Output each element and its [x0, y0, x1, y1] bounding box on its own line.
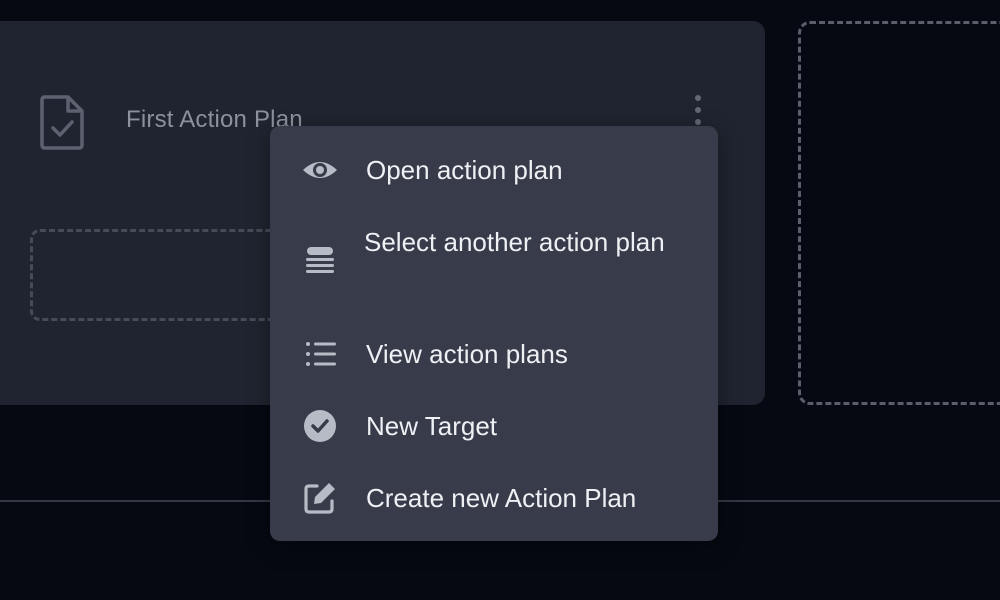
menu-item-create-new-action-plan[interactable]: Create new Action Plan — [270, 478, 718, 518]
eye-icon — [303, 162, 337, 178]
menu-item-new-target[interactable]: New Target — [270, 406, 718, 446]
kebab-vertical-icon[interactable] — [686, 93, 710, 127]
list-icon — [306, 342, 336, 366]
edit-icon — [304, 483, 335, 514]
check-circle-icon — [304, 410, 336, 442]
menu-item-label: New Target — [366, 411, 498, 441]
menu-item-label: Create new Action Plan — [366, 483, 637, 513]
menu-item-select-another-action-plan[interactable]: Select another action plan — [270, 222, 718, 302]
menu-item-label: Select another action plan — [364, 227, 665, 257]
menu-item-view-action-plans[interactable]: View action plans — [270, 334, 718, 374]
document-check-icon — [40, 95, 84, 150]
menu-item-label: View action plans — [366, 339, 568, 369]
stack-icon — [306, 247, 334, 273]
add-plan-dropzone[interactable] — [798, 21, 1000, 405]
menu-item-open-action-plan[interactable]: Open action plan — [270, 150, 718, 190]
context-menu: Open action plan Select another action p… — [270, 126, 718, 541]
menu-item-label: Open action plan — [366, 155, 563, 185]
